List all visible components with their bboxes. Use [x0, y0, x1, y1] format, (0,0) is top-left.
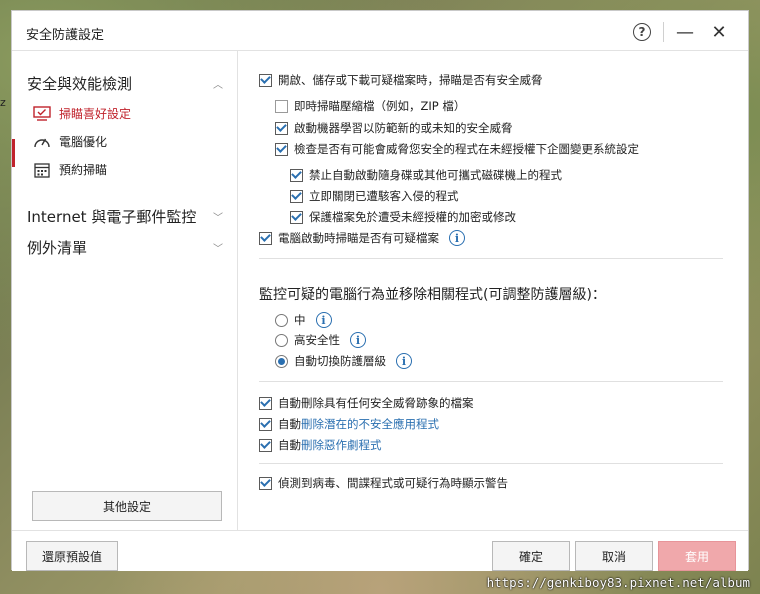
info-icon[interactable]: i [350, 332, 366, 348]
option-delete-threat-files[interactable]: 自動刪除具有任何安全威脅跡象的檔案 [259, 395, 474, 411]
option-label: 啟動機器學習以防範新的或未知的安全威脅 [294, 121, 513, 135]
title-separator [663, 22, 664, 42]
option-protect-files[interactable]: 保護檔案免於遭受未經授權的加密或修改 [290, 209, 516, 225]
option-scan-on-open[interactable]: 開啟、儲存或下載可疑檔案時，掃瞄是否有安全威脅 [259, 72, 543, 88]
title-bar: 安全防護設定 ? — ✕ [12, 11, 748, 51]
sidebar-item-optimization[interactable]: 電腦優化 [33, 133, 107, 150]
option-label: 自動刪除潛在的不安全應用程式 [278, 416, 439, 432]
option-label: 立即關閉已遭駭客入侵的程式 [309, 189, 459, 203]
joke-programs-link[interactable]: 刪除惡作劇程式 [301, 438, 382, 452]
unsafe-apps-link[interactable]: 刪除潛在的不安全應用程式 [301, 417, 439, 431]
other-settings-button[interactable]: 其他設定 [32, 491, 222, 521]
settings-dialog: 安全防護設定 ? — ✕ 安全與效能檢測 ︿ 掃瞄喜好設定 電腦優化 預約掃瞄 … [11, 10, 749, 571]
radio-unselected[interactable] [275, 333, 288, 347]
checkbox-checked[interactable] [259, 417, 272, 431]
option-close-infected[interactable]: 立即關閉已遭駭客入侵的程式 [290, 188, 459, 204]
chevron-down-icon: ﹀ [213, 244, 223, 255]
option-label-prefix: 自動 [278, 438, 301, 452]
sidebar-section-exceptions[interactable]: 例外清單 ﹀ [27, 237, 223, 258]
info-icon[interactable]: i [449, 230, 465, 246]
checkbox-checked[interactable] [259, 231, 272, 245]
option-label: 自動刪除惡作劇程式 [278, 437, 382, 453]
checkbox-checked[interactable] [259, 73, 272, 87]
sidebar: 安全與效能檢測 ︿ 掃瞄喜好設定 電腦優化 預約掃瞄 Internet 與電子郵… [12, 51, 238, 530]
option-machine-learning[interactable]: 啟動機器學習以防範新的或未知的安全威脅 [275, 120, 513, 136]
option-label: 禁止自動啟動隨身碟或其他可攜式磁碟機上的程式 [309, 168, 562, 182]
behavior-section-title: 監控可疑的電腦行為並移除相關程式(可調整防護層級)： [259, 287, 606, 303]
sidebar-item-scan-preferences[interactable]: 掃瞄喜好設定 [33, 105, 131, 122]
scan-monitor-icon [33, 105, 51, 122]
calendar-icon [33, 162, 51, 178]
checkbox-checked[interactable] [290, 168, 303, 182]
apply-button[interactable]: 套用 [658, 541, 736, 571]
checkbox-checked[interactable] [259, 396, 272, 410]
ok-button[interactable]: 確定 [492, 541, 570, 571]
checkbox-checked[interactable] [275, 121, 288, 135]
sidebar-section-label: 安全與效能檢測 [27, 75, 133, 93]
sidebar-item-label: 掃瞄喜好設定 [59, 107, 132, 121]
help-button[interactable]: ? [625, 20, 659, 44]
chevron-down-icon: ﹀ [213, 213, 223, 224]
radio-option-auto[interactable]: 自動切換防護層級 i [275, 353, 412, 369]
option-delete-unsafe-apps[interactable]: 自動刪除潛在的不安全應用程式 [259, 416, 439, 432]
settings-content: 開啟、儲存或下載可疑檔案時，掃瞄是否有安全威脅 即時掃瞄壓縮檔（例如，ZIP 檔… [239, 51, 749, 530]
option-label: 高安全性 [294, 333, 340, 347]
divider [259, 463, 723, 464]
sidebar-item-label: 電腦優化 [59, 135, 108, 149]
cancel-button[interactable]: 取消 [575, 541, 653, 571]
help-icon: ? [633, 23, 651, 41]
option-label: 保護檔案免於遭受未經授權的加密或修改 [309, 210, 516, 224]
active-indicator [12, 139, 15, 167]
option-delete-joke-programs[interactable]: 自動刪除惡作劇程式 [259, 437, 382, 453]
minimize-button[interactable]: — [668, 20, 702, 44]
radio-selected[interactable] [275, 354, 288, 368]
checkbox-checked[interactable] [290, 189, 303, 203]
option-label: 自動切換防護層級 [294, 354, 386, 368]
minimize-icon: — [676, 21, 694, 43]
chevron-up-icon: ︿ [213, 80, 223, 91]
edge-fragment: z [0, 96, 6, 109]
info-icon[interactable]: i [315, 312, 332, 328]
watermark-url: https://genkiboy83.pixnet.net/album [486, 575, 750, 590]
divider [259, 381, 723, 382]
option-boot-scan[interactable]: 電腦啟動時掃瞄是否有可疑檔案 i [259, 230, 465, 246]
info-icon[interactable]: i [396, 353, 412, 369]
dialog-footer: 還原預設值 確定 取消 套用 [12, 530, 748, 571]
option-realtime-zip[interactable]: 即時掃瞄壓縮檔（例如，ZIP 檔） [275, 98, 465, 114]
option-label: 即時掃瞄壓縮檔（例如，ZIP 檔） [294, 99, 466, 113]
sidebar-section-label: Internet 與電子郵件監控 [27, 208, 197, 226]
option-label: 偵測到病毒、間諜程式或可疑行為時顯示警告 [278, 476, 508, 490]
restore-defaults-button[interactable]: 還原預設值 [26, 541, 118, 571]
close-icon: ✕ [711, 21, 727, 43]
option-label: 中 [294, 313, 306, 327]
sidebar-item-label: 預約掃瞄 [59, 163, 108, 177]
checkbox-checked[interactable] [275, 142, 288, 156]
option-label-prefix: 自動 [278, 417, 301, 431]
option-block-autorun[interactable]: 禁止自動啟動隨身碟或其他可攜式磁碟機上的程式 [290, 167, 562, 183]
option-show-warning[interactable]: 偵測到病毒、間諜程式或可疑行為時顯示警告 [259, 475, 508, 491]
close-button[interactable]: ✕ [702, 20, 736, 44]
divider [259, 258, 723, 259]
option-label: 自動刪除具有任何安全威脅跡象的檔案 [278, 396, 474, 410]
option-check-unauthorized[interactable]: 檢查是否有可能會威脅您安全的程式在未經授權下企圖變更系統設定 [275, 141, 639, 157]
checkbox-checked[interactable] [259, 438, 272, 452]
radio-option-high[interactable]: 高安全性 i [275, 332, 366, 348]
title-bar-controls: ? — ✕ [625, 20, 736, 44]
sidebar-section-label: 例外清單 [27, 239, 88, 257]
option-label: 檢查是否有可能會威脅您安全的程式在未經授權下企圖變更系統設定 [294, 142, 639, 156]
sidebar-section-security[interactable]: 安全與效能檢測 ︿ [27, 73, 223, 94]
checkbox-unchecked[interactable] [275, 99, 288, 113]
speedometer-icon [33, 134, 51, 150]
radio-option-medium[interactable]: 中 i [275, 312, 332, 328]
dialog-title: 安全防護設定 [26, 28, 105, 43]
option-label: 電腦啟動時掃瞄是否有可疑檔案 [278, 231, 439, 245]
option-label: 開啟、儲存或下載可疑檔案時，掃瞄是否有安全威脅 [278, 73, 543, 87]
sidebar-item-scheduled-scan[interactable]: 預約掃瞄 [33, 161, 107, 178]
checkbox-checked[interactable] [290, 210, 303, 224]
radio-unselected[interactable] [275, 313, 288, 327]
sidebar-section-internet[interactable]: Internet 與電子郵件監控 ﹀ [27, 206, 223, 227]
checkbox-checked[interactable] [259, 476, 272, 490]
